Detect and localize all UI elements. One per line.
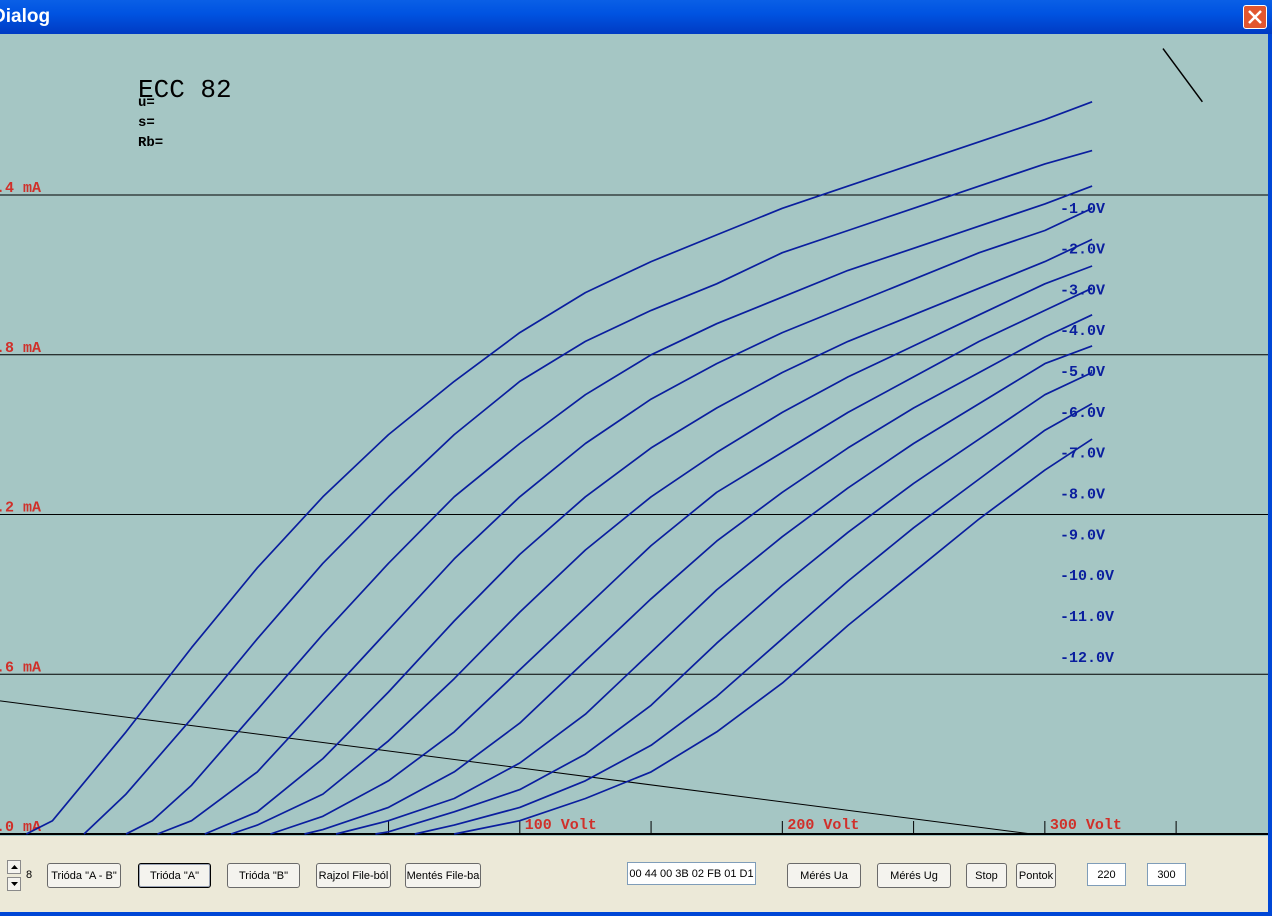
series-label: -4.0V (1060, 323, 1105, 340)
characteristic-chart: .0 mA.6 mA.2 mA.8 mA.4 mA100 Volt 200 Vol… (0, 48, 1268, 836)
spin-value: 8 (26, 869, 33, 881)
series-label: -8.0V (1060, 487, 1105, 504)
load-line (0, 700, 1032, 835)
series-label: -7.0V (1060, 446, 1105, 463)
trioda-a-button[interactable]: Trióda "A" (138, 863, 211, 888)
x-tick-label: 100 Volt (525, 817, 597, 834)
title-bar: Dialog (0, 0, 1272, 34)
spin-down-button[interactable] (7, 877, 21, 891)
curve-40v (157, 207, 1093, 835)
value-field-1[interactable]: 220 (1087, 863, 1126, 886)
series-label: -5.0V (1060, 364, 1105, 381)
curve-60v (230, 265, 1093, 835)
trioda-b-button[interactable]: Trióda "B" (227, 863, 300, 888)
curve-110v (414, 402, 1093, 835)
y-tick-label: .6 mA (0, 659, 41, 676)
series-label: -9.0V (1060, 527, 1105, 544)
window-frame-bottom (0, 912, 1272, 916)
series-label: -10.0V (1060, 568, 1114, 585)
value-field-2[interactable]: 300 (1147, 863, 1186, 886)
plot-area: .0 mA .6 mA .2 mA .8 mA .4 mA 100 Volt 200 Vol… (0, 34, 1268, 836)
param-s: s= (138, 115, 155, 131)
x-tick-label: 300 Volt (1050, 817, 1122, 834)
close-button[interactable] (1243, 5, 1267, 29)
series-label: -1.0V (1060, 201, 1105, 218)
series-label: -6.0V (1060, 405, 1105, 422)
series-label: -11.0V (1060, 609, 1114, 626)
pontok-button[interactable]: Pontok (1016, 863, 1056, 888)
series-label: -3.0V (1060, 282, 1105, 299)
series-label: -12.0V (1060, 650, 1114, 667)
close-icon (1248, 10, 1262, 24)
mentes-file-button[interactable]: Mentés File-ba (405, 863, 481, 888)
y-tick-label: .8 mA (0, 340, 41, 357)
window-frame-right (1268, 34, 1272, 916)
hex-data-field[interactable]: 00 44 00 3B 02 FB 01 D1 (627, 862, 756, 885)
series-label: -2.0V (1060, 242, 1105, 259)
param-u: u= (138, 95, 155, 111)
trioda-a-b-button[interactable]: Trióda "A - B" (47, 863, 121, 888)
meres-ua-button[interactable]: Mérés Ua (787, 863, 861, 888)
meres-ug-button[interactable]: Mérés Ug (877, 863, 951, 888)
x-tick-label: 200 Volt (787, 817, 859, 834)
param-rb: Rb= (138, 135, 164, 151)
spin-up-button[interactable] (7, 860, 21, 874)
arrow-up-icon (11, 865, 18, 869)
rajzol-file-button[interactable]: Rajzol File-ból (316, 863, 391, 888)
stop-button[interactable]: Stop (966, 863, 1007, 888)
curve-90v (335, 345, 1093, 835)
y-tick-label: .4 mA (0, 180, 41, 197)
window-title: Dialog (0, 6, 51, 27)
corner-line (1162, 48, 1203, 103)
arrow-down-icon (11, 882, 18, 886)
y-tick-label: .2 mA (0, 500, 41, 517)
